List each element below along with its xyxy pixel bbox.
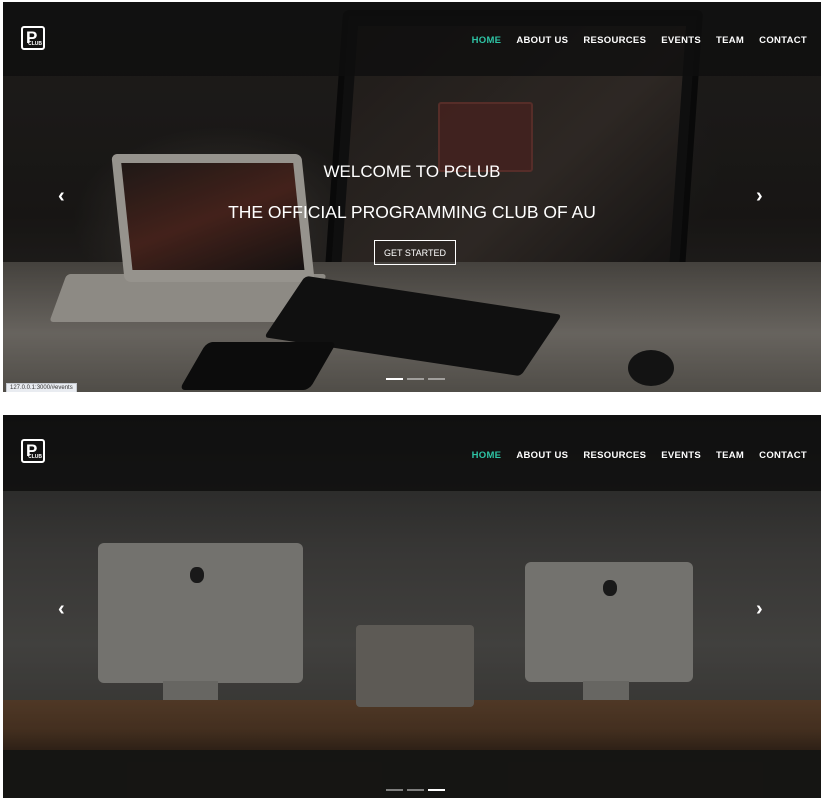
hero-title: WELCOME TO PCLUB — [323, 162, 501, 181]
hero-slide-3: P CLUB HOME ABOUT US RESOURCES EVENTS TE… — [3, 415, 821, 798]
nav-contact[interactable]: CONTACT — [759, 450, 807, 461]
nav-home[interactable]: HOME — [472, 35, 502, 46]
nav-events[interactable]: EVENTS — [661, 35, 701, 46]
carousel-indicator-1[interactable] — [386, 789, 403, 791]
nav-resources[interactable]: RESOURCES — [583, 450, 646, 461]
nav-menu: HOME ABOUT US RESOURCES EVENTS TEAM CONT… — [472, 35, 807, 46]
navbar: P CLUB HOME ABOUT US RESOURCES EVENTS TE… — [3, 415, 821, 491]
chevron-left-icon[interactable]: ‹ — [58, 599, 65, 619]
navbar: P CLUB HOME ABOUT US RESOURCES EVENTS TE… — [3, 2, 821, 76]
pclub-logo[interactable]: P CLUB — [21, 439, 45, 463]
chevron-right-icon[interactable]: › — [756, 186, 763, 206]
carousel-indicator-2[interactable] — [407, 378, 424, 380]
carousel-indicators — [386, 378, 445, 380]
nav-menu: HOME ABOUT US RESOURCES EVENTS TEAM CONT… — [472, 450, 807, 461]
logo-subtitle: CLUB — [28, 41, 42, 47]
hero-subtitle: THE OFFICIAL PROGRAMMING CLUB OF AU — [228, 202, 596, 222]
get-started-button[interactable]: GET STARTED — [374, 240, 456, 265]
carousel-indicators — [386, 789, 445, 791]
nav-events[interactable]: EVENTS — [661, 450, 701, 461]
carousel-indicator-1[interactable] — [386, 378, 403, 380]
nav-team[interactable]: TEAM — [716, 450, 744, 461]
carousel-indicator-3[interactable] — [428, 378, 445, 380]
carousel-indicator-3[interactable] — [428, 789, 445, 791]
nav-contact[interactable]: CONTACT — [759, 35, 807, 46]
nav-team[interactable]: TEAM — [716, 35, 744, 46]
carousel-indicator-2[interactable] — [407, 789, 424, 791]
chevron-left-icon[interactable]: ‹ — [58, 186, 65, 206]
nav-resources[interactable]: RESOURCES — [583, 35, 646, 46]
pclub-logo[interactable]: P CLUB — [21, 26, 45, 50]
status-bar-url: 127.0.0.1:3000/#events — [6, 383, 77, 392]
nav-home[interactable]: HOME — [472, 450, 502, 461]
chevron-right-icon[interactable]: › — [756, 599, 763, 619]
nav-about-us[interactable]: ABOUT US — [516, 35, 568, 46]
nav-about-us[interactable]: ABOUT US — [516, 450, 568, 461]
hero-slide-1: P CLUB HOME ABOUT US RESOURCES EVENTS TE… — [3, 2, 821, 392]
logo-subtitle: CLUB — [28, 454, 42, 460]
